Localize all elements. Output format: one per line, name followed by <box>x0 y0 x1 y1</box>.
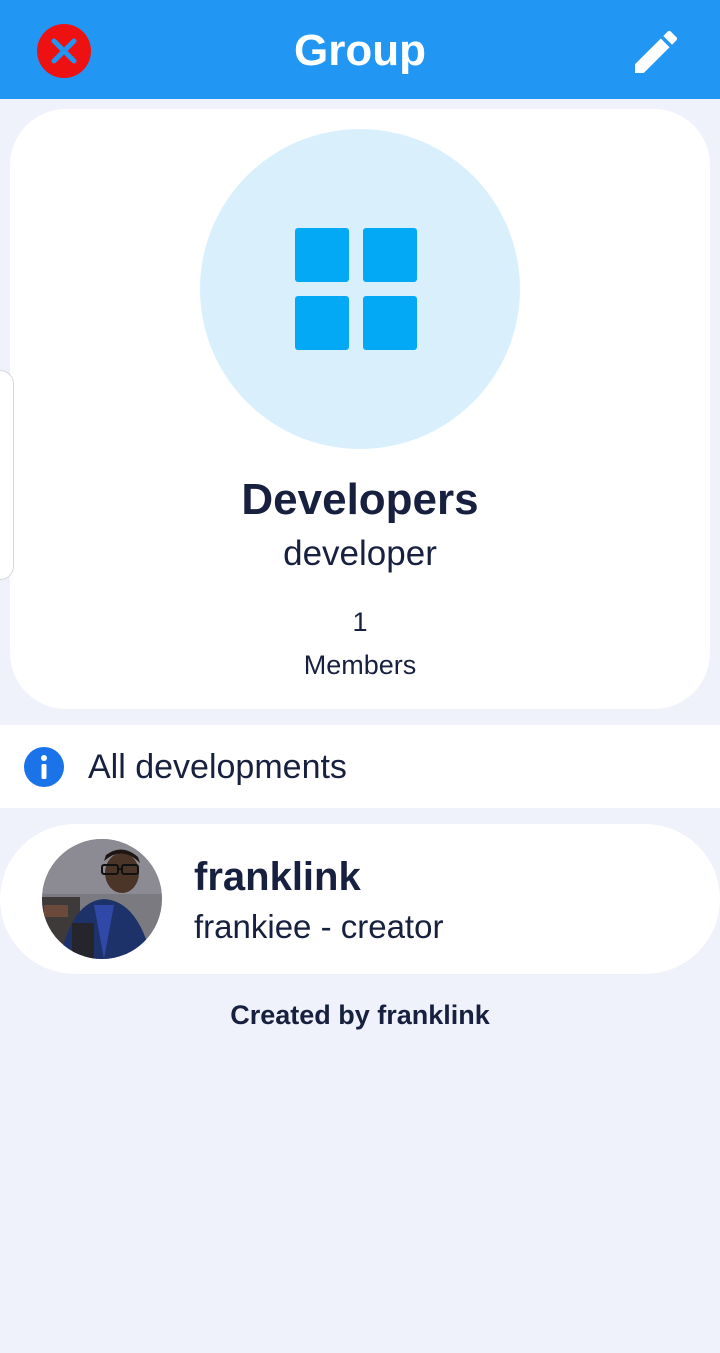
group-card: Developers developer 1 Members <box>10 109 710 709</box>
side-drawer-handle[interactable] <box>0 370 14 580</box>
member-name: franklink <box>194 855 361 899</box>
member-count-label: Members <box>303 650 417 680</box>
group-description-row: All developments <box>0 725 720 808</box>
page-title: Group <box>294 26 426 75</box>
edit-button[interactable] <box>626 22 686 82</box>
created-by-text: Created by franklink <box>230 1000 490 1030</box>
user-photo <box>42 839 162 959</box>
group-name: Developers <box>241 475 479 524</box>
member-count: 1 <box>352 607 368 637</box>
pencil-icon <box>635 30 678 73</box>
group-handle: developer <box>283 534 437 573</box>
member-role: frankiee - creator <box>194 908 444 945</box>
grid-icon <box>295 228 417 350</box>
group-avatar <box>200 129 520 449</box>
member-list-item[interactable]: franklink frankiee - creator <box>0 824 720 974</box>
avatar <box>42 839 162 959</box>
group-description: All developments <box>88 748 347 786</box>
app-bar: Group <box>0 0 720 99</box>
info-icon <box>24 747 64 787</box>
